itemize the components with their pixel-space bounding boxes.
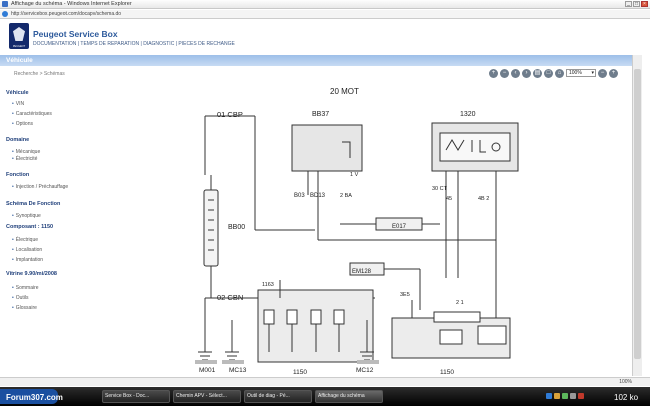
- wire-label: 4B 2: [478, 196, 489, 202]
- block-label-1150-left: 1150: [293, 369, 307, 376]
- sidebar-item[interactable]: • Implantation: [12, 257, 43, 263]
- breadcrumb[interactable]: Recherche > Schémas: [14, 71, 65, 77]
- fit-icon[interactable]: □: [544, 68, 553, 78]
- browser-window: Affichage du schéma - Windows Internet E…: [0, 0, 650, 406]
- ground-mc13: [225, 320, 239, 361]
- ground-label-mc12: MC12: [356, 367, 374, 374]
- wire-label: 2 BA: [340, 193, 352, 199]
- tab-bar: [0, 55, 632, 66]
- sidebar-item[interactable]: • Outils: [12, 295, 29, 301]
- wire-label: 45: [446, 196, 452, 202]
- zoom-value: 100%: [569, 70, 582, 76]
- ground-label-m001: M001: [199, 367, 216, 374]
- home-icon[interactable]: ⌂: [555, 68, 564, 78]
- taskbar-task-active[interactable]: Affichage du schéma: [315, 390, 383, 403]
- sidebar-section-domain[interactable]: Domaine: [6, 137, 29, 143]
- status-zoom[interactable]: 100%: [619, 379, 632, 385]
- window-title: Affichage du schéma - Windows Internet E…: [11, 1, 132, 7]
- sidebar: Véhicule • VIN • Caractéristiques • Options…: [0, 80, 88, 376]
- sidebar-item[interactable]: • Glossaire: [12, 305, 37, 311]
- sidebar-item[interactable]: • Électricité: [12, 156, 37, 162]
- sidebar-item[interactable]: • Mécanique: [12, 149, 40, 155]
- wire-label: 1163: [262, 282, 274, 288]
- ground-m001: [198, 298, 212, 361]
- sidebar-section-component[interactable]: Composant : 1150: [6, 224, 53, 230]
- ground-label-mc13: MC13: [229, 367, 247, 374]
- vertical-scrollbar[interactable]: [632, 55, 642, 376]
- peugeot-logo[interactable]: PEUGEOT: [9, 23, 29, 49]
- network-icon[interactable]: [546, 393, 552, 399]
- minimize-button[interactable]: _: [625, 1, 632, 7]
- status-bar: 100%: [0, 377, 650, 386]
- sidebar-item[interactable]: • VIN: [12, 101, 24, 107]
- next-icon[interactable]: ›: [522, 68, 531, 78]
- tray-clock: 102 ko: [614, 393, 639, 402]
- volume-icon[interactable]: [554, 393, 560, 399]
- wire-label: 1 V: [350, 172, 359, 178]
- sidebar-section-vehicle[interactable]: Véhicule: [6, 90, 29, 96]
- print-icon[interactable]: ▤: [533, 68, 542, 78]
- wire-label: B03: [294, 193, 305, 199]
- previous-icon[interactable]: ‹: [511, 68, 520, 78]
- chevron-down-icon: ▾: [591, 70, 594, 76]
- sidebar-item[interactable]: • Sommaire: [12, 285, 39, 291]
- lion-icon: [13, 27, 25, 41]
- page-icon: [2, 11, 8, 17]
- block-label-1150-right: 1150: [440, 369, 454, 376]
- sidebar-item[interactable]: • Synoptique: [12, 213, 41, 219]
- tab-vehicle[interactable]: Véhicule: [6, 57, 33, 64]
- minus-icon[interactable]: −: [598, 68, 607, 78]
- sidebar-section-vitrine[interactable]: Vitrine 9.90/mi/2008: [6, 271, 57, 277]
- zoom-in-icon[interactable]: +: [489, 68, 498, 78]
- taskbar-task[interactable]: Chemin APV - Sélect...: [173, 390, 241, 403]
- update-icon[interactable]: [570, 393, 576, 399]
- sidebar-item[interactable]: • Localisation: [12, 247, 42, 253]
- wire-label: 30 CT: [432, 186, 448, 192]
- sidebar-item[interactable]: • Options: [12, 121, 33, 127]
- alert-icon[interactable]: [578, 393, 584, 399]
- maximize-button[interactable]: □: [633, 1, 640, 7]
- address-url[interactable]: http://servicebox.peugeot.com/docapv/sch…: [11, 11, 121, 17]
- close-button[interactable]: ×: [641, 1, 648, 7]
- component-bb37: [291, 124, 363, 172]
- address-bar[interactable]: http://servicebox.peugeot.com/docapv/sch…: [0, 10, 650, 19]
- wire-label: 2 1: [456, 300, 464, 306]
- battery-bb00: [203, 189, 219, 267]
- taskbar-task[interactable]: Outil de diag - Pé...: [244, 390, 312, 403]
- wiring-diagram[interactable]: 20 MOT 01 CBP 02 CBN BB37 1320 BB00 B03 …: [176, 84, 536, 378]
- app-menu[interactable]: DOCUMENTATION | TEMPS DE REPARATION | DI…: [33, 41, 235, 47]
- sidebar-item[interactable]: • Électrique: [12, 237, 38, 243]
- module-label: EM128: [352, 269, 372, 275]
- sidebar-section-function[interactable]: Fonction: [6, 172, 29, 178]
- fuse-label: E017: [392, 224, 407, 230]
- logo-text: PEUGEOT: [12, 45, 26, 48]
- sidebar-item[interactable]: • Injection / Préchauffage: [12, 184, 68, 190]
- sidebar-section-schema[interactable]: Schéma De Fonction: [6, 201, 60, 207]
- title-bar: Affichage du schéma - Windows Internet E…: [0, 0, 650, 9]
- component-label-bb37: BB37: [312, 111, 329, 118]
- app-title: Peugeot Service Box: [33, 29, 118, 39]
- connector-label-cbp: 01 CBP: [217, 110, 243, 119]
- component-label-bb00: BB00: [228, 224, 245, 231]
- zoom-out-icon[interactable]: −: [500, 68, 509, 78]
- scrollbar-thumb[interactable]: [634, 69, 641, 359]
- plus-icon[interactable]: +: [609, 68, 618, 78]
- component-label-1320: 1320: [460, 111, 476, 118]
- forum-brand: Forum307.com: [6, 393, 63, 402]
- diagram-toolbar: + − ‹ › ▤ □ ⌂ 100% ▾ − +: [489, 68, 618, 78]
- wire-label: 3E5: [400, 292, 410, 298]
- ie-icon: [2, 1, 8, 7]
- zoom-select[interactable]: 100% ▾: [566, 69, 596, 77]
- diagram-title: 20 MOT: [330, 87, 359, 96]
- wire-label: BD13: [310, 193, 326, 199]
- connector-label-cbn: 02 CBN: [217, 293, 243, 302]
- taskbar-task[interactable]: Service Box - Doc...: [102, 390, 170, 403]
- security-icon[interactable]: [562, 393, 568, 399]
- sidebar-item[interactable]: • Caractéristiques: [12, 111, 52, 117]
